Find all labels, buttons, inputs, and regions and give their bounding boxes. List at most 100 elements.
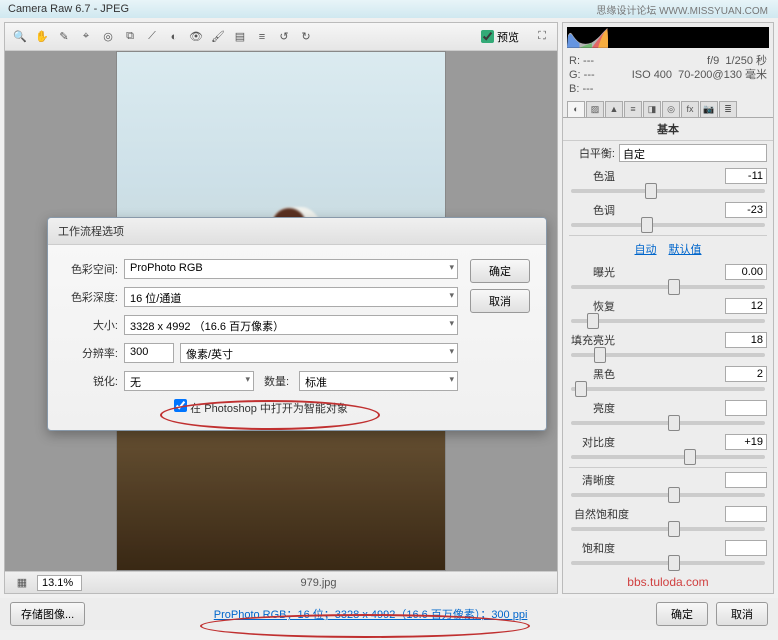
save-image-button[interactable]: 存储图像... [10, 602, 85, 626]
tab-preset[interactable]: ≣ [719, 101, 737, 117]
recovery-value[interactable] [725, 298, 767, 314]
fill-value[interactable] [725, 332, 767, 348]
tab-basic[interactable]: ◐ [567, 101, 585, 117]
clarity-label: 清晰度 [569, 472, 615, 488]
readout-lens: 70-200@130 毫米 [678, 69, 767, 81]
readout-aperture: f/9 [707, 55, 719, 67]
rotate-cw-icon[interactable]: ↻ [297, 28, 315, 46]
recovery-slider[interactable] [571, 319, 765, 323]
black-label: 黑色 [569, 366, 615, 382]
tab-hsl[interactable]: ≡ [624, 101, 642, 117]
dialog-title: 工作流程选项 [48, 218, 546, 245]
wb-select[interactable]: 自定 [619, 144, 767, 162]
rotate-ccw-icon[interactable]: ↺ [275, 28, 293, 46]
tab-fx[interactable]: fx [681, 101, 699, 117]
panel-title: 基本 [563, 118, 773, 141]
amount-select[interactable]: 标准 [299, 371, 458, 391]
exposure-label: 曝光 [569, 264, 615, 280]
brightness-value[interactable] [725, 400, 767, 416]
tab-lens[interactable]: ◎ [662, 101, 680, 117]
tab-cal[interactable]: 📷 [700, 101, 718, 117]
size-label: 大小: [64, 317, 118, 333]
workflow-link[interactable]: ProPhoto RGB；16 位；3328 x 4992（16.6 百万像素）… [93, 606, 648, 622]
readout-b: B: --- [569, 82, 595, 96]
fill-slider[interactable] [571, 353, 765, 357]
contrast-value[interactable] [725, 434, 767, 450]
tab-curve[interactable]: ▨ [586, 101, 604, 117]
workflow-dialog: 工作流程选项 色彩空间:ProPhoto RGB 色彩深度:16 位/通道 大小… [47, 217, 547, 431]
default-link[interactable]: 默认值 [669, 244, 702, 256]
tab-detail[interactable]: ▲ [605, 101, 623, 117]
gradient-icon[interactable]: ▤ [231, 28, 249, 46]
panel-tabs: ◐ ▨ ▲ ≡ ◨ ◎ fx 📷 ≣ [563, 99, 773, 118]
prefs-icon[interactable]: ≡ [253, 28, 271, 46]
dialog-cancel-button[interactable]: 取消 [470, 289, 530, 313]
preview-checkbox[interactable] [481, 30, 494, 43]
brightness-slider[interactable] [571, 421, 765, 425]
sampler-icon[interactable]: ⌖ [77, 28, 95, 46]
open-smart-checkbox-label[interactable]: 在 Photoshop 中打开为智能对象 [174, 403, 348, 415]
vibrance-value[interactable] [725, 506, 767, 522]
amount-label: 数量: [260, 371, 293, 391]
sharpen-select[interactable]: 无 [124, 371, 254, 391]
brightness-label: 亮度 [569, 400, 615, 416]
size-select[interactable]: 3328 x 4992 （16.6 百万像素） [124, 315, 458, 335]
tint-slider[interactable] [571, 223, 765, 227]
temp-value[interactable] [725, 168, 767, 184]
canvas-status-bar: ▦ 13.1% 979.jpg [5, 571, 557, 593]
sharpen-label: 锐化: [64, 373, 118, 389]
target-adjust-icon[interactable]: ◎ [99, 28, 117, 46]
zoom-menu-icon[interactable]: ▦ [13, 574, 31, 592]
black-value[interactable] [725, 366, 767, 382]
footer-ok-button[interactable]: 确定 [656, 602, 708, 626]
fullscreen-icon[interactable]: ⛶ [533, 28, 551, 46]
contrast-slider[interactable] [571, 455, 765, 459]
tint-value[interactable] [725, 202, 767, 218]
vibrance-slider[interactable] [571, 527, 765, 531]
window-title: Camera Raw 6.7 - JPEG [8, 3, 129, 15]
eyedropper-icon[interactable]: ✎ [55, 28, 73, 46]
dialog-ok-button[interactable]: 确定 [470, 259, 530, 283]
saturation-value[interactable] [725, 540, 767, 556]
right-panel: R: --- G: --- B: --- f/9 1/250 秒 ISO 400… [562, 22, 774, 594]
straighten-icon[interactable]: ⟋ [143, 28, 161, 46]
colorspace-select[interactable]: ProPhoto RGB [124, 259, 458, 279]
watermark-red: bbs.tuloda.com [563, 571, 773, 593]
redeye-icon[interactable]: 👁 [187, 28, 205, 46]
temp-label: 色温 [569, 168, 615, 184]
saturation-slider[interactable] [571, 561, 765, 565]
exposure-value[interactable] [725, 264, 767, 280]
saturation-label: 饱和度 [569, 540, 615, 556]
footer-cancel-button[interactable]: 取消 [716, 602, 768, 626]
clarity-slider[interactable] [571, 493, 765, 497]
contrast-label: 对比度 [569, 434, 615, 450]
fill-label: 填充亮光 [569, 332, 615, 348]
preview-toggle[interactable]: 预览 [481, 29, 519, 45]
brush-icon[interactable]: 🖌 [209, 28, 227, 46]
clarity-value[interactable] [725, 472, 767, 488]
res-input[interactable]: 300 [124, 343, 174, 363]
crop-icon[interactable]: ⧉ [121, 28, 139, 46]
temp-slider[interactable] [571, 189, 765, 193]
readout-g: G: --- [569, 68, 595, 82]
recovery-label: 恢复 [569, 298, 615, 314]
black-slider[interactable] [571, 387, 765, 391]
res-label: 分辨率: [64, 345, 118, 361]
wb-label: 白平衡: [569, 145, 615, 161]
exposure-slider[interactable] [571, 285, 765, 289]
footer: 存储图像... ProPhoto RGB；16 位；3328 x 4992（16… [0, 598, 778, 630]
preview-label: 预览 [497, 29, 519, 45]
tint-label: 色调 [569, 202, 615, 218]
colorspace-label: 色彩空间: [64, 261, 118, 277]
hand-icon[interactable]: ✋ [33, 28, 51, 46]
spot-icon[interactable]: ◐ [165, 28, 183, 46]
toolbar: 🔍 ✋ ✎ ⌖ ◎ ⧉ ⟋ ◐ 👁 🖌 ▤ ≡ ↺ ↻ 预览 ⛶ [5, 23, 557, 51]
tab-split[interactable]: ◨ [643, 101, 661, 117]
zoom-level[interactable]: 13.1% [37, 575, 82, 591]
depth-select[interactable]: 16 位/通道 [124, 287, 458, 307]
res-unit-select[interactable]: 像素/英寸 [180, 343, 458, 363]
auto-link[interactable]: 自动 [635, 244, 657, 256]
filename: 979.jpg [88, 577, 549, 589]
open-smart-checkbox[interactable] [174, 399, 187, 412]
zoom-icon[interactable]: 🔍 [11, 28, 29, 46]
